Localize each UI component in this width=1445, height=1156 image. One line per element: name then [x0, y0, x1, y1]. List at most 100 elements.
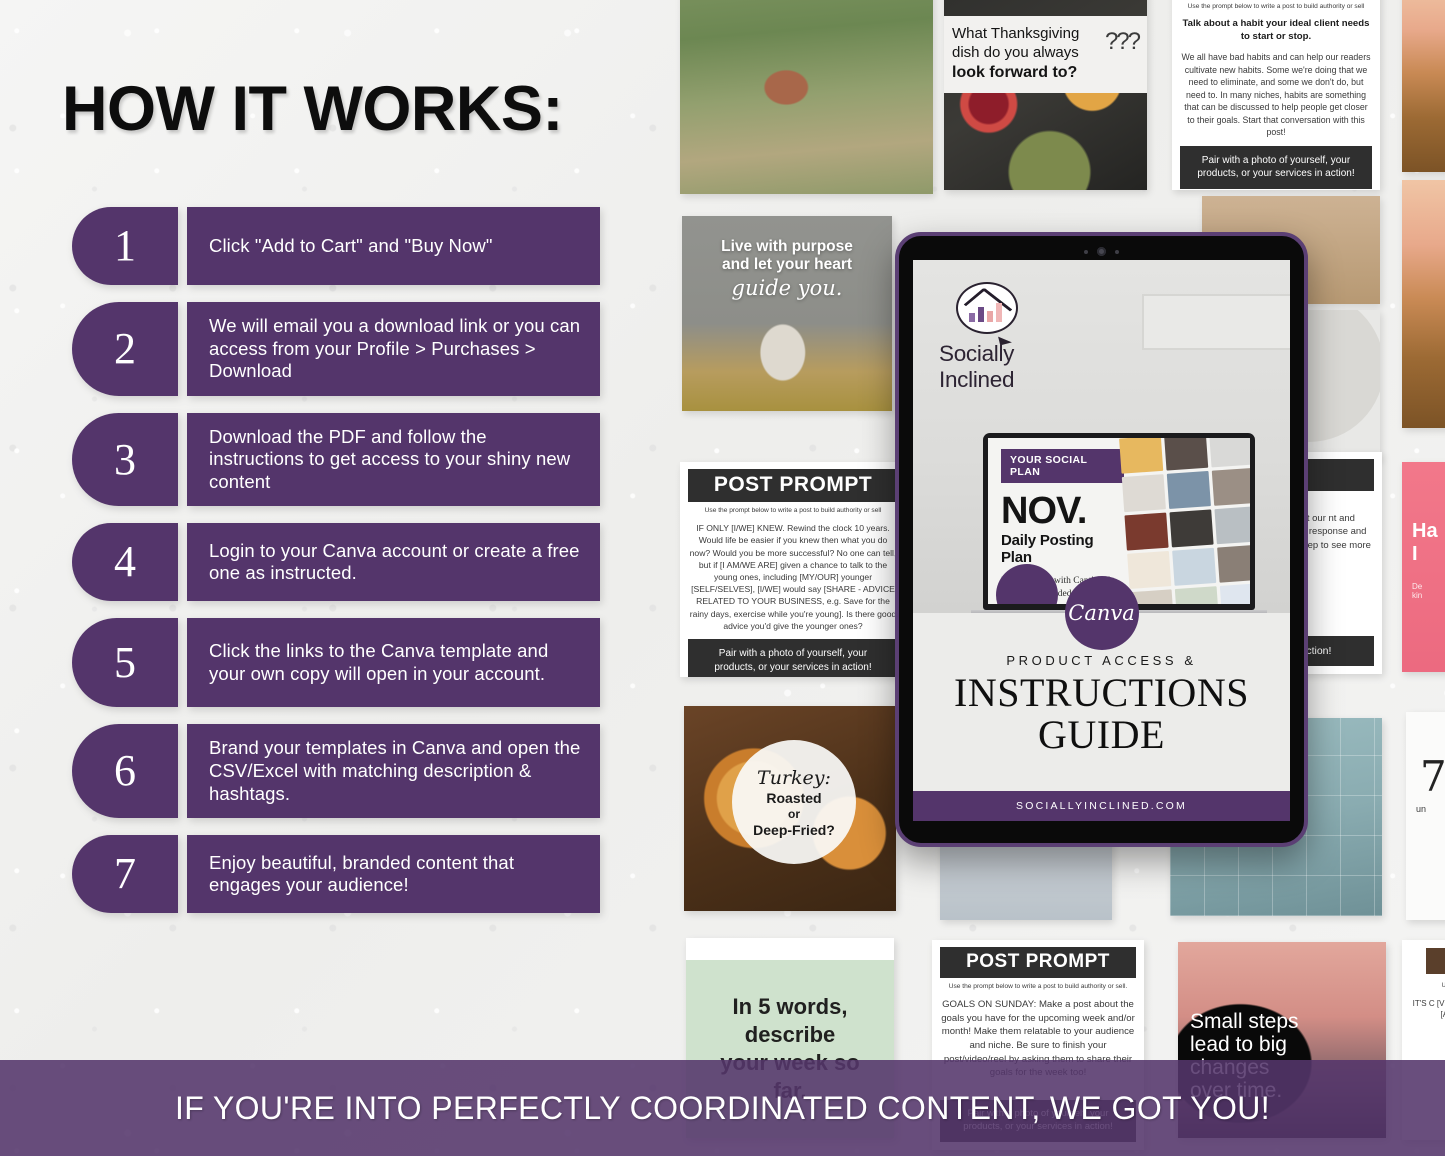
field-photo — [1402, 0, 1445, 172]
grid-thumb — [1119, 438, 1164, 475]
collage-tile-dancer: Live with purpose and let your heart gui… — [682, 216, 892, 411]
social-plan-month: NOV. — [1001, 490, 1087, 533]
collage-tile-field-right — [1402, 0, 1445, 172]
social-plan-badge: YOUR SOCIAL PLAN — [1001, 449, 1125, 484]
guide-cover-bottom: Canva PRODUCT ACCESS & INSTRUCTIONS GUID… — [913, 576, 1290, 821]
post-prompt-header: POST PROMPT — [688, 469, 898, 502]
turkey-badge: Turkey: Roasted or Deep-Fried? — [732, 740, 856, 864]
post-prompt-card-habit: POST PROMPT Use the prompt below to writ… — [1172, 0, 1380, 190]
grid-thumb — [1169, 509, 1214, 548]
post-prompt-header: POST PROMPT — [940, 947, 1136, 978]
sunset-photo — [1402, 180, 1445, 428]
thanksgiving-line-3: look forward to? — [952, 63, 1078, 81]
grid-thumb — [1174, 586, 1220, 605]
post-prompt-subtitle: Use the prompt below to write a post to … — [948, 983, 1128, 990]
step-text-2: We will email you a download link or you… — [187, 302, 600, 396]
post-prompt-body: We all have bad habits and can help our … — [1181, 52, 1371, 138]
seven-sub: un — [1416, 804, 1427, 814]
question-marks-icon: ??? — [1104, 28, 1141, 55]
post-prompt-subtitle: Use the prompt below to write a post to … — [1187, 3, 1365, 10]
step-item-5: 5 Click the links to the Canva template … — [72, 618, 600, 708]
collage-tile-runner: as a work of mine. — [680, 0, 933, 194]
grid-thumb — [1127, 551, 1172, 590]
dancer-line-1: Live with purpose — [721, 238, 853, 255]
guide-title-line-2: GUIDE — [1038, 712, 1165, 758]
step-number-6: 6 — [72, 724, 178, 819]
step-text-1: Click "Add to Cart" and "Buy Now" — [187, 207, 600, 285]
step-text-3: Download the PDF and follow the instruct… — [187, 412, 600, 507]
climb-line-1: Small steps — [1190, 1010, 1299, 1033]
how-it-works-panel: HOW IT WORKS: 1 Click "Add to Cart" and … — [0, 0, 672, 1065]
bar-chart-icon — [969, 303, 1002, 322]
climb-line-2: lead to big — [1190, 1033, 1287, 1057]
turkey-script: Turkey: — [757, 766, 831, 789]
steps-list: 1 Click "Add to Cart" and "Buy Now" 2 We… — [72, 207, 600, 930]
collage-tile-thanksgiving: What Thanksgiving dish do you always loo… — [944, 0, 1147, 190]
step-text-6: Brand your templates in Canva and open t… — [187, 724, 600, 819]
tablet-mockup: Socially Inclined YOUR SOCIAL PLAN NOV. … — [895, 232, 1308, 847]
step-item-3: 3 Download the PDF and follow the instru… — [72, 412, 600, 507]
grid-thumb — [1217, 545, 1250, 584]
step-item-4: 4 Login to your Canva account or create … — [72, 523, 600, 602]
step-text-4: Login to your Canva account or create a … — [187, 523, 600, 602]
post-prompt-bold: Talk about a habit your ideal client nee… — [1182, 18, 1370, 42]
sensor-dot-icon — [1084, 249, 1088, 254]
step-item-6: 6 Brand your templates in Canva and open… — [72, 724, 600, 819]
grid-thumb — [1166, 471, 1211, 510]
step-number-4: 4 — [72, 523, 178, 602]
step-text-7: Enjoy beautiful, branded content that en… — [187, 835, 600, 914]
step-item-7: 7 Enjoy beautiful, branded content that … — [72, 835, 600, 914]
turkey-line-2: or — [788, 806, 800, 821]
step-number-2: 2 — [72, 302, 178, 396]
dancer-caption: Live with purpose and let your heart gui… — [682, 238, 892, 300]
tablet-screen: Socially Inclined YOUR SOCIAL PLAN NOV. … — [913, 260, 1290, 821]
step-number-7: 7 — [72, 835, 178, 914]
thanksgiving-caption-box: What Thanksgiving dish do you always loo… — [944, 16, 1147, 93]
step-number-1: 1 — [72, 207, 178, 285]
canva-circle-icon — [996, 564, 1058, 605]
grid-thumb — [1124, 512, 1169, 551]
tablet-camera-row — [899, 247, 1304, 256]
grid-thumb — [1164, 438, 1209, 472]
step-item-1: 1 Click "Add to Cart" and "Buy Now" — [72, 207, 600, 285]
bottom-banner-text: IF YOU'RE INTO PERFECTLY COORDINATED CON… — [174, 1089, 1271, 1126]
social-plan-thumbnail-grid — [1116, 438, 1250, 605]
post-prompt-subtitle: Use — [1441, 983, 1445, 989]
itsc-dark-chip — [1426, 948, 1445, 974]
sensor-dot-icon — [1115, 249, 1119, 254]
mint-line-2: describe — [744, 1022, 836, 1047]
grid-thumb — [1211, 468, 1250, 507]
shelf-decoration — [1142, 294, 1290, 350]
dancer-script-line: guide you. — [731, 276, 843, 300]
guide-kicker: PRODUCT ACCESS & — [1006, 653, 1197, 669]
grid-thumb — [1214, 506, 1250, 545]
guide-cover-top: Socially Inclined YOUR SOCIAL PLAN NOV. … — [913, 260, 1290, 620]
social-plan-subtitle: Daily Posting Plan — [1001, 531, 1094, 566]
camera-lens-icon — [1097, 247, 1106, 256]
bottom-banner: IF YOU'RE INTO PERFECTLY COORDINATED CON… — [0, 1060, 1445, 1156]
canva-logo-badge: Canva — [1064, 576, 1139, 651]
pink-caption: Ha I De kin — [1412, 520, 1438, 600]
post-prompt-footer: Pair with a photo of yourself, your prod… — [1180, 145, 1372, 189]
collage-tile-seven: 7 un — [1406, 712, 1445, 920]
post-prompt-body: IF ONLY [I/WE] KNEW. Rewind the clock 10… — [689, 523, 897, 631]
runner-photo — [680, 0, 933, 194]
seven-glyph: 7 — [1420, 752, 1445, 801]
grid-thumb — [1122, 474, 1167, 513]
post-prompt-footer: Pair with a photo of yourself, your prod… — [688, 639, 898, 677]
collage-tile-pink: Ha I De kin — [1402, 462, 1445, 672]
post-prompt-card-ifonly: POST PROMPT Use the prompt below to writ… — [680, 462, 906, 677]
post-prompt-subtitle: Use the prompt below to write a post to … — [704, 507, 882, 514]
socially-inclined-logo: Socially Inclined — [939, 282, 1087, 393]
collage-tile-turkey: Turkey: Roasted or Deep-Fried? — [684, 706, 896, 911]
grid-thumb — [1209, 438, 1250, 468]
guide-website-url: SOCIALLYINCLINED.COM — [913, 790, 1290, 821]
collage-tile-prompt-habit: POST PROMPT Use the prompt below to writ… — [1172, 0, 1380, 190]
guide-title-line-1: INSTRUCTIONS — [954, 670, 1249, 716]
dancer-line-2: and let your heart — [721, 256, 853, 273]
turkey-line-3: Deep-Fried? — [753, 821, 835, 838]
collage-tile-sunset — [1402, 180, 1445, 428]
step-number-3: 3 — [72, 412, 178, 507]
grid-thumb — [1219, 583, 1250, 605]
laptop-screen: YOUR SOCIAL PLAN NOV. Daily Posting Plan… — [988, 438, 1250, 605]
